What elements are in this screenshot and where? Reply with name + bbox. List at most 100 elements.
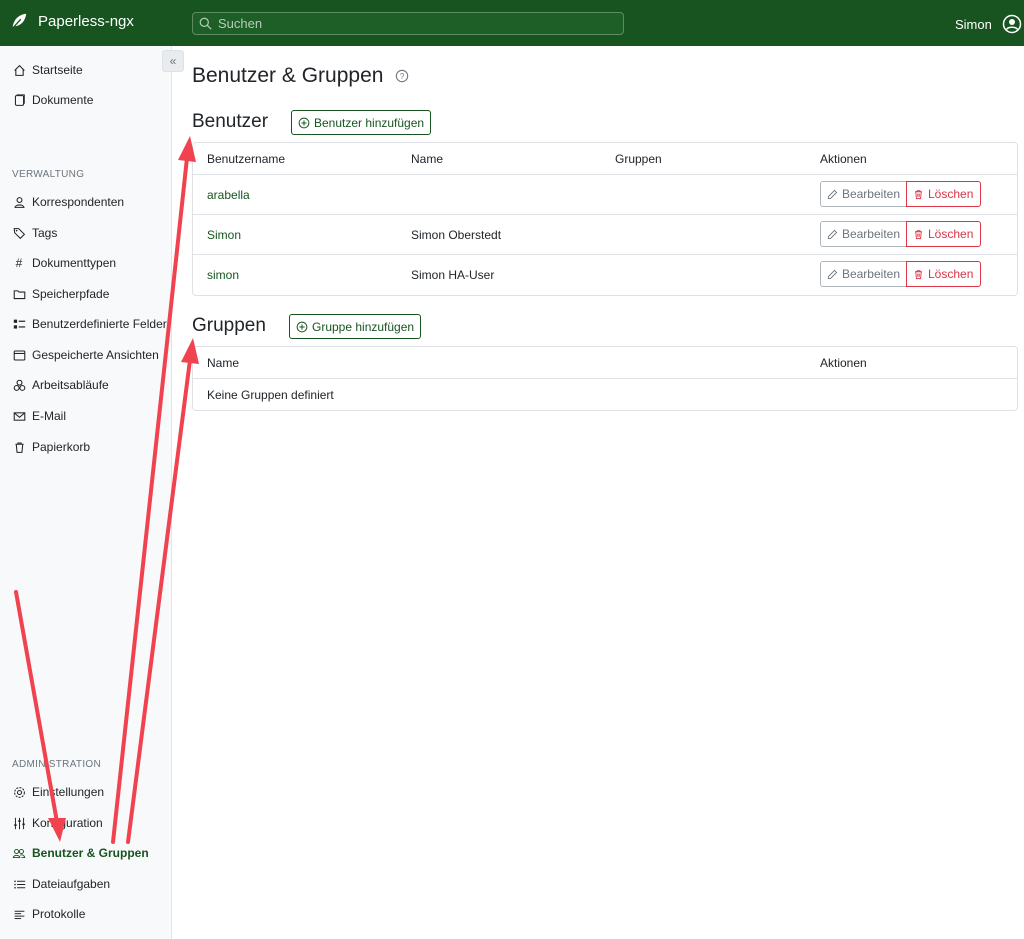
trash-icon	[12, 440, 26, 454]
edit-label: Bearbeiten	[841, 267, 900, 281]
sidebar-item-startseite[interactable]: Startseite	[12, 63, 83, 77]
users-table-header: Benutzername Name Gruppen Aktionen	[193, 143, 1017, 175]
sidebar-item-konfiguration[interactable]: Konfiguration	[12, 816, 103, 830]
username-link[interactable]: simon	[207, 268, 239, 282]
trash-icon	[915, 269, 922, 279]
empty-groups-row: Keine Gruppen definiert	[193, 379, 1017, 410]
sidebar-item-label: Gespeicherte Ansichten	[32, 348, 159, 362]
table-row: arabella Bearbeiten Löschen	[193, 175, 1017, 215]
sidebar-item-dokumente[interactable]: Dokumente	[12, 93, 93, 107]
sidebar-item-dateiaufgaben[interactable]: Dateiaufgaben	[12, 877, 110, 891]
plus-circle-icon	[298, 117, 310, 128]
trash-icon	[915, 189, 922, 199]
sidebar-item-dokumenttypen[interactable]: # Dokumenttypen	[12, 256, 116, 270]
sidebar-item-label: Benutzer & Gruppen	[32, 846, 149, 860]
sidebar-item-korrespondenten[interactable]: Korrespondenten	[12, 195, 124, 209]
text-left-icon	[12, 907, 26, 921]
edit-button[interactable]: Bearbeiten	[820, 261, 907, 287]
edit-button[interactable]: Bearbeiten	[820, 221, 907, 247]
edit-label: Bearbeiten	[841, 187, 900, 201]
delete-label: Löschen	[928, 187, 974, 201]
empty-groups-text: Keine Gruppen definiert	[207, 387, 334, 402]
username-link[interactable]: arabella	[207, 188, 250, 202]
delete-label: Löschen	[928, 267, 974, 281]
column-header-username: Benutzername	[207, 151, 286, 166]
search-box[interactable]	[192, 12, 624, 35]
sidebar-item-label: E-Mail	[32, 409, 67, 423]
table-row: simon Simon HA-User Bearbeiten Löschen	[193, 255, 1017, 295]
pencil-icon	[827, 229, 838, 239]
sidebar-item-label: Einstellungen	[32, 785, 105, 799]
search-input[interactable]	[218, 16, 598, 31]
sidebar-item-label: Startseite	[32, 63, 83, 77]
sidebar-item-label: Konfiguration	[32, 816, 103, 830]
delete-label: Löschen	[928, 227, 974, 241]
groups-table-header: Name Aktionen	[193, 347, 1017, 379]
column-header-group-actions: Aktionen	[820, 355, 867, 370]
app-name: Paperless-ngx	[38, 12, 134, 30]
add-group-label: Gruppe hinzufügen	[312, 319, 415, 334]
search-icon	[199, 17, 212, 30]
sidebar-item-benutzerdefinierte-felder[interactable]: Benutzerdefinierte Felder	[12, 317, 167, 331]
envelope-icon	[12, 409, 26, 423]
sidebar-item-protokolle[interactable]: Protokolle	[12, 907, 85, 921]
section-label-administration: ADMINISTRATION	[12, 759, 102, 770]
sidebar-item-benutzer-gruppen[interactable]: Benutzer & Gruppen	[12, 846, 149, 860]
sliders-icon	[12, 816, 26, 830]
edit-label: Bearbeiten	[841, 227, 900, 241]
delete-button[interactable]: Löschen	[906, 181, 981, 207]
pencil-icon	[827, 269, 838, 279]
boxes-icon	[12, 378, 26, 392]
ui-checks-icon	[12, 317, 26, 331]
section-label-verwaltung: VERWALTUNG	[12, 169, 85, 180]
house-icon	[12, 63, 26, 77]
window-stack-icon	[12, 348, 26, 362]
sidebar-item-label: Tags	[32, 226, 58, 240]
svg-text:?: ?	[400, 72, 405, 81]
person-circle-icon	[1002, 14, 1022, 34]
column-header-name: Name	[411, 151, 444, 166]
sidebar-item-gespeicherte-ansichten[interactable]: Gespeicherte Ansichten	[12, 348, 159, 362]
column-header-groups: Gruppen	[615, 151, 662, 166]
sidebar-item-label: Protokolle	[32, 907, 86, 921]
tags-icon	[12, 226, 26, 240]
user-name: Simon	[955, 16, 992, 32]
trash-icon	[915, 229, 922, 239]
app-brand[interactable]: Paperless-ngx	[10, 12, 134, 30]
add-user-label: Benutzer hinzufügen	[314, 115, 425, 130]
groups-table: Name Aktionen Keine Gruppen definiert	[192, 346, 1018, 411]
sidebar-item-einstellungen[interactable]: Einstellungen	[12, 785, 104, 799]
row-actions: Bearbeiten Löschen	[820, 261, 981, 287]
sidebar-item-speicherpfade[interactable]: Speicherpfade	[12, 287, 109, 301]
sidebar-item-arbeitsablaeufe[interactable]: Arbeitsabläufe	[12, 378, 109, 392]
sidebar-item-label: Papierkorb	[32, 440, 91, 454]
sidebar-item-label: Dateiaufgaben	[32, 877, 111, 891]
edit-button[interactable]: Bearbeiten	[820, 181, 907, 207]
question-circle-icon[interactable]: ?	[395, 69, 409, 83]
user-full-name: Simon Oberstedt	[411, 227, 502, 242]
delete-button[interactable]: Löschen	[906, 261, 981, 287]
username-link[interactable]: Simon	[207, 228, 241, 242]
sidebar-item-email[interactable]: E-Mail	[12, 409, 66, 423]
add-user-button[interactable]: Benutzer hinzufügen	[291, 110, 432, 135]
collapse-sidebar-button[interactable]: «	[162, 50, 184, 72]
add-group-button[interactable]: Gruppe hinzufügen	[289, 314, 422, 339]
leaf-logo-icon	[12, 13, 27, 29]
gear-icon	[12, 785, 26, 799]
sidebar: « Startseite Dokumente VERWALTUNG Korres…	[0, 46, 184, 939]
sidebar-item-tags[interactable]: Tags	[12, 226, 57, 240]
sidebar-item-papierkorb[interactable]: Papierkorb	[12, 440, 90, 454]
page-title: Benutzer & Gruppen ?	[192, 64, 409, 88]
sidebar-item-label: Benutzerdefinierte Felder	[32, 317, 167, 331]
users-section-title: Benutzer	[192, 111, 269, 132]
list-task-icon	[12, 877, 26, 891]
groups-section-title: Gruppen	[192, 315, 266, 336]
user-menu[interactable]: Simon ▼	[955, 14, 1024, 34]
sidebar-item-label: Arbeitsabläufe	[32, 378, 109, 392]
sidebar-item-label: Dokumenttypen	[32, 256, 117, 270]
people-icon	[12, 846, 26, 860]
sidebar-item-label: Korrespondenten	[32, 195, 125, 209]
delete-button[interactable]: Löschen	[906, 221, 981, 247]
users-table: Benutzername Name Gruppen Aktionen arabe…	[192, 142, 1018, 296]
row-actions: Bearbeiten Löschen	[820, 221, 981, 247]
